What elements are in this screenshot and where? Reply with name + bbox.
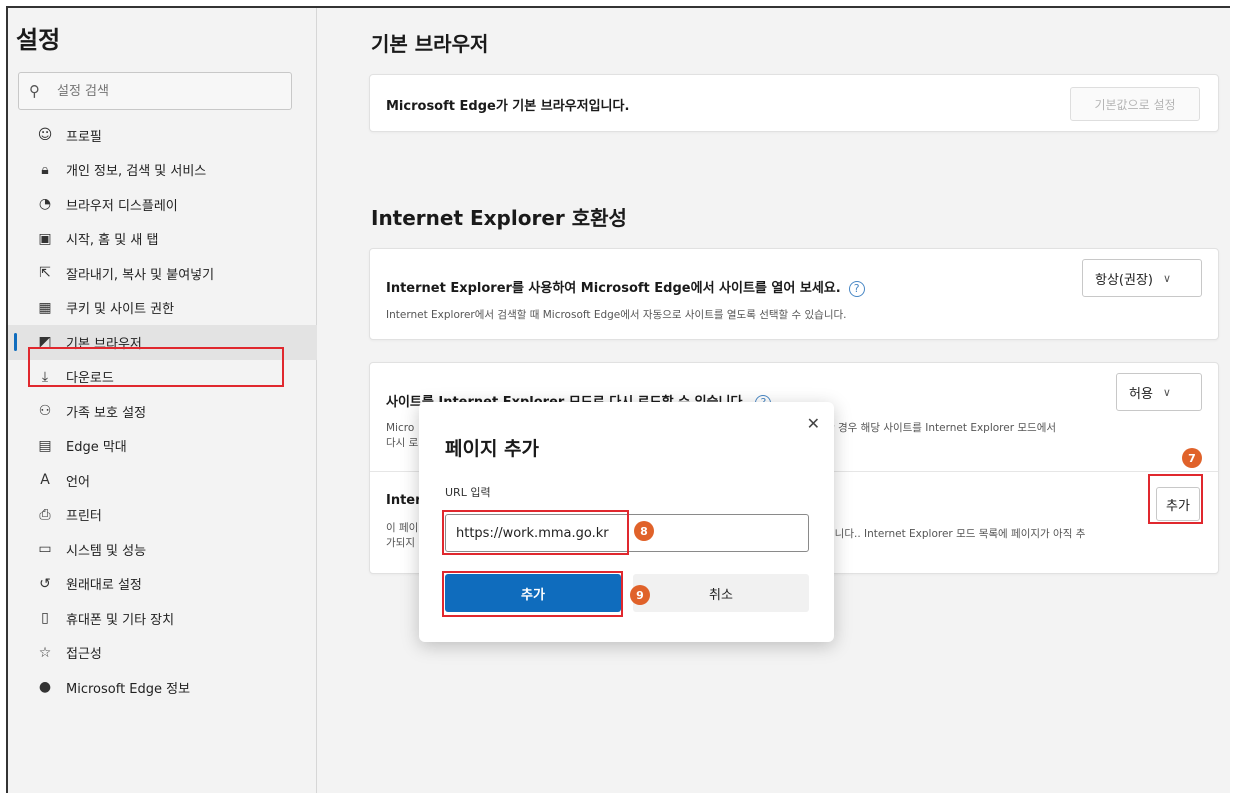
ie-open-card: Internet Explorer를 사용하여 Microsoft Edge에서… <box>369 248 1219 340</box>
settings-search[interactable]: ⚲ <box>18 72 292 110</box>
sidebar-item-label: 휴대폰 및 기타 장치 <box>66 612 175 628</box>
sidebar-item-label: 언어 <box>66 474 90 490</box>
profile-icon: ☺ <box>37 127 53 144</box>
sidebar-item[interactable]: ⎙ 프린터 <box>8 498 317 533</box>
family-icon: ⚇ <box>38 403 52 420</box>
sidebar-item[interactable]: ⇱ 잘라내기, 복사 및 붙여넣기 <box>8 256 317 291</box>
add-page-button[interactable]: 추가 <box>1156 487 1200 521</box>
dialog-add-button[interactable]: 추가 <box>445 574 621 612</box>
url-input[interactable] <box>445 514 809 552</box>
sidebar-item-label: 시작, 홈 및 새 탭 <box>66 233 159 249</box>
ie-open-title-text: Internet Explorer를 사용하여 Microsoft Edge에서… <box>386 281 841 296</box>
sidebar-item[interactable]: ● Microsoft Edge 정보 <box>8 670 317 705</box>
sidebar-item[interactable]: 🔒︎ 개인 정보, 검색 및 서비스 <box>8 153 317 188</box>
ie-reload-desc-right: 한 경우 해당 사이트를 Internet Explorer 모드에서 <box>825 422 1057 434</box>
sidebar-item-label: 다운로드 <box>66 371 114 387</box>
dialog-title: 페이지 추가 <box>445 438 540 460</box>
step-badge-7: 7 <box>1182 448 1202 468</box>
sidebar-item-label: Edge 막대 <box>66 440 127 456</box>
ie-reload-select-value: 허용 <box>1129 386 1153 402</box>
ie-reload-desc-line2: 다시 로 <box>386 437 419 449</box>
sidebar-item-label: Microsoft Edge 정보 <box>66 681 191 697</box>
reset-icon: ↺ <box>39 575 51 592</box>
ie-open-select[interactable]: 항상(권장) ∨ <box>1082 259 1202 297</box>
add-page-dialog: 페이지 추가 ✕ URL 입력 추가 취소 <box>419 402 834 642</box>
url-label: URL 입력 <box>445 486 491 499</box>
lock-icon: 🔒︎ <box>41 161 49 178</box>
sidebar-item-label: 잘라내기, 복사 및 붙여넣기 <box>66 267 215 283</box>
sidebar-item[interactable]: ☺ 프로필 <box>8 118 317 153</box>
dialog-cancel-button[interactable]: 취소 <box>633 574 809 612</box>
chevron-down-icon: ∨ <box>1162 385 1171 399</box>
sidebar-nav: ☺ 프로필 🔒︎ 개인 정보, 검색 및 서비스 ◔ 브라우저 디스플레이 ▣ 시작, 홈 및… <box>8 118 317 705</box>
sidebar-item[interactable]: ⤓ 다운로드 <box>8 360 317 395</box>
ie-pages-desc-line1: 이 페이 <box>386 522 419 534</box>
search-input[interactable] <box>57 83 277 99</box>
step-badge-9: 9 <box>630 585 650 605</box>
sidebar-item-label: 브라우저 디스플레이 <box>66 198 178 214</box>
ie-reload-desc: Micro 다시 로 <box>386 421 418 451</box>
ie-compat-heading: Internet Explorer 호환성 <box>371 206 627 230</box>
main-content: 기본 브라우저 Microsoft Edge가 기본 브라우저입니다. 기본값으… <box>318 8 1230 793</box>
language-icon: A <box>40 472 50 489</box>
settings-title: 설정 <box>16 26 61 54</box>
cookie-icon: ▦ <box>38 299 52 316</box>
sidebar-item-label: 프린터 <box>66 509 102 525</box>
sidebar-item[interactable]: ⚇ 가족 보호 설정 <box>8 394 317 429</box>
ie-open-select-value: 항상(권장) <box>1095 272 1153 288</box>
default-browser-heading: 기본 브라우저 <box>371 32 489 56</box>
edge-logo-icon: ● <box>38 679 52 696</box>
sidebar-item-label: 기본 브라우저 <box>66 336 142 352</box>
ie-reload-select[interactable]: 허용 ∨ <box>1116 373 1202 411</box>
close-icon[interactable]: ✕ <box>807 414 820 433</box>
chevron-down-icon: ∨ <box>1162 271 1172 285</box>
phone-icon: ▯ <box>41 610 49 627</box>
share-icon: ⇱ <box>39 265 51 282</box>
ie-open-desc: Internet Explorer에서 검색할 때 Microsoft Edge… <box>386 309 847 321</box>
sidebar: 설정 ⚲ ☺ 프로필 🔒︎ 개인 정보, 검색 및 서비스 ◔ 브라우저 디스플레이 ▣ 시작… <box>8 8 317 793</box>
sidebar-item[interactable]: ▣ 시작, 홈 및 새 탭 <box>8 222 317 257</box>
sidebar-item[interactable]: ▦ 쿠키 및 사이트 권한 <box>8 291 317 326</box>
default-browser-status: Microsoft Edge가 기본 브라우저입니다. <box>386 99 630 114</box>
sidebar-item[interactable]: ◔ 브라우저 디스플레이 <box>8 187 317 222</box>
sidebar-item-label: 시스템 및 성능 <box>66 543 147 559</box>
ie-pages-title: Inter <box>386 493 422 508</box>
ie-pages-desc-line2: 가되지 <box>386 537 415 549</box>
set-default-button[interactable]: 기본값으로 설정 <box>1070 87 1200 121</box>
edge-bar-icon: ▤ <box>38 437 52 454</box>
ie-open-title: Internet Explorer를 사용하여 Microsoft Edge에서… <box>386 277 865 297</box>
sidebar-item[interactable]: A 언어 <box>8 463 317 498</box>
sidebar-item-label: 접근성 <box>66 647 102 663</box>
printer-icon: ⎙ <box>39 506 51 523</box>
sidebar-item-label: 개인 정보, 검색 및 서비스 <box>66 164 207 180</box>
palette-icon: ◔ <box>38 196 52 213</box>
sidebar-item[interactable]: ▤ Edge 막대 <box>8 429 317 464</box>
sidebar-item[interactable]: ↺ 원래대로 설정 <box>8 567 317 602</box>
system-icon: ▭ <box>38 541 52 558</box>
search-icon: ⚲ <box>29 82 40 100</box>
sidebar-item-label: 원래대로 설정 <box>66 578 142 594</box>
default-browser-card: Microsoft Edge가 기본 브라우저입니다. 기본값으로 설정 <box>369 74 1219 132</box>
sidebar-item[interactable]: ▯ 휴대폰 및 기타 장치 <box>8 601 317 636</box>
home-icon: ▣ <box>38 230 52 247</box>
sidebar-item[interactable]: ▭ 시스템 및 성능 <box>8 532 317 567</box>
sidebar-item[interactable]: ☆ 접근성 <box>8 636 317 671</box>
step-badge-8: 8 <box>634 521 654 541</box>
accessibility-icon: ☆ <box>38 644 52 661</box>
help-icon[interactable]: ? <box>848 280 865 297</box>
browser-icon: ◩ <box>38 334 52 351</box>
settings-window: 설정 ⚲ ☺ 프로필 🔒︎ 개인 정보, 검색 및 서비스 ◔ 브라우저 디스플레이 ▣ 시작… <box>6 6 1230 793</box>
download-icon: ⤓ <box>41 368 49 385</box>
ie-pages-desc-right: 됩니다.. Internet Explorer 모드 목록에 페이지가 아직 추 <box>825 528 1086 540</box>
sidebar-item-label: 프로필 <box>66 129 102 145</box>
sidebar-item-label: 가족 보호 설정 <box>66 405 147 421</box>
sidebar-item[interactable]: ◩ 기본 브라우저 <box>8 325 317 360</box>
ie-reload-desc-line1: Micro <box>386 422 415 434</box>
sidebar-item-label: 쿠키 및 사이트 권한 <box>66 302 175 318</box>
ie-pages-desc: 이 페이가되지 <box>386 521 418 551</box>
